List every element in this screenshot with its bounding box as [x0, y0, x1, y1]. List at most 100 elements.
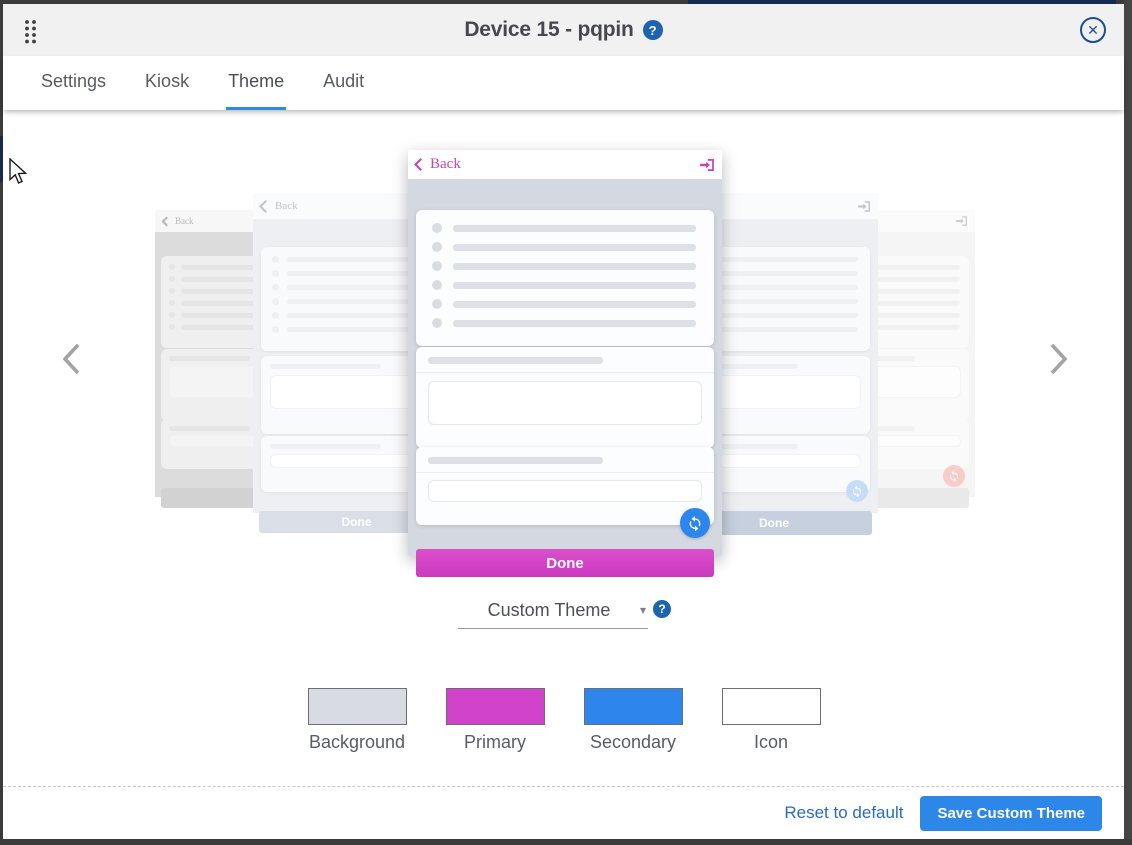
dialog-footer: Reset to default Save Custom Theme — [3, 786, 1124, 839]
skeleton-dot — [169, 264, 175, 270]
skeleton-dot — [432, 223, 442, 233]
skeleton-bar — [704, 299, 858, 304]
skeleton-dot — [272, 298, 279, 305]
sign-in-icon — [700, 159, 714, 171]
skeleton-dot — [169, 288, 175, 294]
swatch-background-box[interactable] — [308, 688, 407, 725]
skeleton-title-bar — [169, 356, 250, 361]
skeleton-title-bar — [270, 364, 381, 369]
back-link: Back — [163, 216, 194, 226]
background-page-edge-bottom — [0, 839, 1132, 845]
swatch-label: Secondary — [590, 732, 676, 753]
skeleton-bar — [704, 257, 858, 262]
skeleton-dot — [272, 256, 279, 263]
skeleton-title-bar — [428, 457, 603, 464]
skeleton-bar — [704, 271, 858, 276]
back-link: Back — [261, 200, 298, 212]
divider — [416, 472, 714, 473]
skeleton-row — [432, 242, 696, 252]
theme-select-dropdown[interactable]: Custom Theme ▾ — [458, 592, 648, 629]
skeleton-bar — [453, 320, 696, 327]
tab-kiosk[interactable]: Kiosk — [143, 56, 191, 110]
skeleton-bar — [453, 301, 696, 308]
skeleton-bar — [453, 263, 696, 270]
chevron-left-icon — [259, 200, 272, 213]
skeleton-textarea — [428, 381, 702, 425]
chevron-left-icon — [162, 216, 172, 226]
swatch-primary-box[interactable] — [446, 688, 545, 725]
save-custom-theme-button[interactable]: Save Custom Theme — [920, 796, 1102, 831]
skeleton-input — [428, 480, 702, 502]
swatch-background: Background — [307, 688, 407, 753]
chevron-down-icon: ▾ — [640, 603, 646, 617]
swatch-secondary-box[interactable] — [584, 688, 683, 725]
chevron-left-icon — [414, 158, 427, 171]
color-swatch-row: Background Primary Secondary Icon — [0, 688, 1128, 753]
skeleton-dot — [272, 284, 279, 291]
skeleton-bar — [453, 282, 696, 289]
back-link: Back — [416, 156, 461, 173]
skeleton-list-card — [416, 210, 714, 346]
refresh-icon — [943, 465, 965, 487]
dialog-titlebar: Device 15 - pqpin ? ✕ — [3, 4, 1124, 57]
skeleton-dot — [432, 318, 442, 328]
tab-bar: Settings Kiosk Theme Audit — [3, 56, 1124, 110]
dialog-title: Device 15 - pqpin — [464, 18, 633, 42]
skeleton-dot — [432, 299, 442, 309]
preview-done-button[interactable]: Done — [416, 549, 714, 577]
skeleton-dot — [272, 312, 279, 319]
skeleton-row — [432, 223, 696, 233]
swatch-primary: Primary — [445, 688, 545, 753]
sign-in-icon — [956, 216, 967, 226]
device-theme-dialog: Device 15 - pqpin ? ✕ Settings Kiosk The… — [0, 0, 1132, 845]
preview-body: Done — [408, 179, 722, 556]
skeleton-dot — [272, 270, 279, 277]
skeleton-row — [432, 318, 696, 328]
refresh-icon[interactable] — [680, 508, 710, 538]
skeleton-form-card — [416, 347, 714, 448]
tab-settings[interactable]: Settings — [39, 56, 108, 110]
skeleton-row — [432, 280, 696, 290]
theme-select-value: Custom Theme — [458, 600, 640, 621]
skeleton-dot — [169, 300, 175, 306]
swatch-label: Icon — [754, 732, 788, 753]
skeleton-form-card — [416, 447, 714, 525]
theme-preview-active[interactable]: Back Done — [408, 150, 722, 556]
refresh-icon — [846, 480, 868, 502]
skeleton-dot — [169, 312, 175, 318]
background-page-left-strip — [0, 136, 3, 182]
skeleton-title-bar — [169, 426, 250, 431]
theme-select-help-icon[interactable]: ? — [653, 600, 671, 618]
skeleton-dot — [432, 261, 442, 271]
sign-in-icon — [858, 201, 870, 212]
tab-theme[interactable]: Theme — [226, 56, 286, 110]
skeleton-dot — [432, 280, 442, 290]
skeleton-bar — [453, 225, 696, 232]
mouse-cursor — [8, 158, 27, 191]
skeleton-bar — [704, 313, 858, 318]
skeleton-bar — [453, 244, 696, 251]
swatch-icon: Icon — [721, 688, 821, 753]
swatch-secondary: Secondary — [583, 688, 683, 753]
swatch-label: Primary — [464, 732, 526, 753]
skeleton-row — [432, 299, 696, 309]
skeleton-bar — [704, 285, 858, 290]
skeleton-title-bar — [270, 444, 381, 449]
skeleton-row — [432, 261, 696, 271]
skeleton-dot — [272, 326, 279, 333]
divider — [416, 372, 714, 373]
chevron-right-icon[interactable] — [1046, 340, 1072, 383]
tab-audit[interactable]: Audit — [321, 56, 366, 110]
swatch-label: Background — [309, 732, 405, 753]
swatch-icon-box[interactable] — [722, 688, 821, 725]
skeleton-dot — [432, 242, 442, 252]
skeleton-bar — [704, 327, 858, 332]
skeleton-dot — [169, 276, 175, 282]
skeleton-dot — [169, 324, 175, 330]
skeleton-title-bar — [428, 357, 603, 364]
title-help-icon[interactable]: ? — [643, 20, 663, 40]
reset-to-default-link[interactable]: Reset to default — [784, 803, 903, 823]
chevron-left-icon[interactable] — [58, 340, 84, 383]
close-icon[interactable]: ✕ — [1080, 17, 1106, 43]
preview-header: Back — [408, 150, 722, 179]
